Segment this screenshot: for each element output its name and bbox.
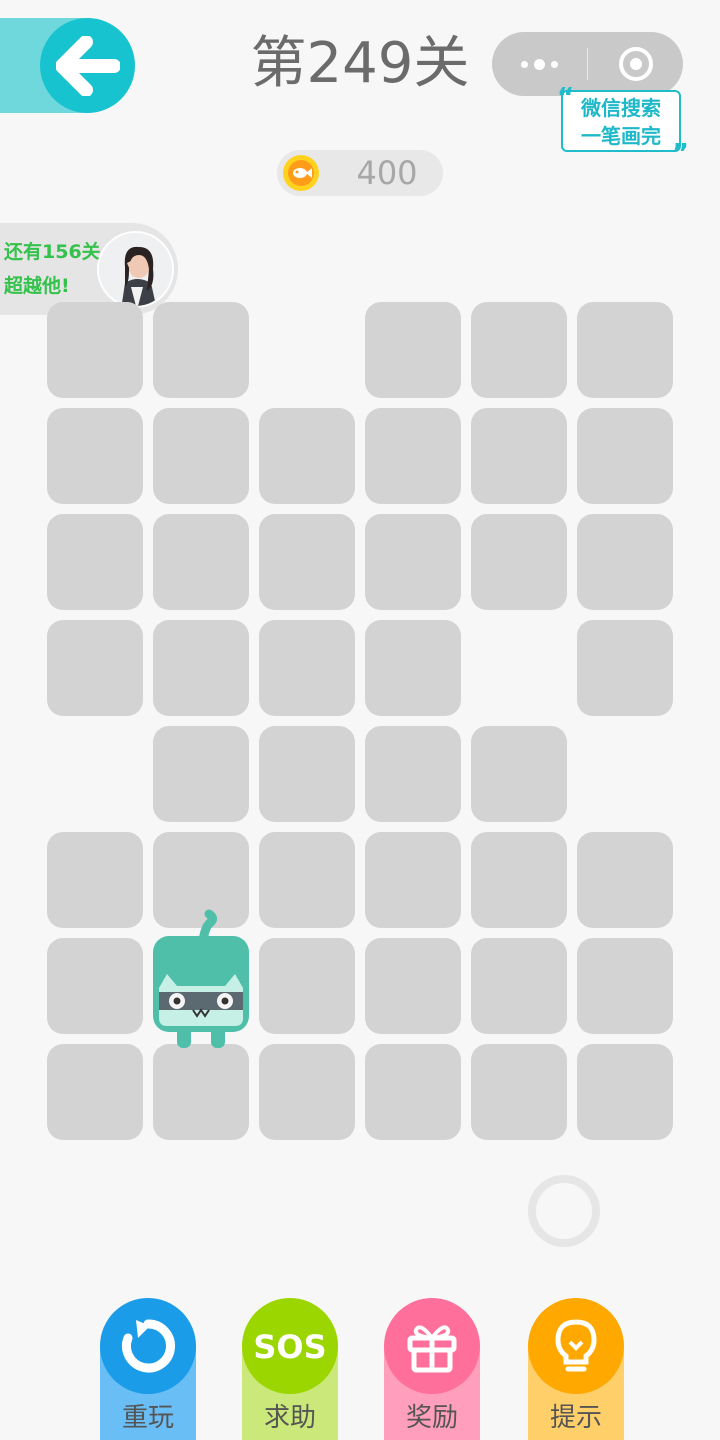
grid-cell[interactable] [365, 726, 461, 822]
replay-icon [122, 1319, 175, 1373]
grid-cell[interactable] [47, 620, 143, 716]
grid-cell[interactable] [47, 514, 143, 610]
grid-cell[interactable] [153, 408, 249, 504]
grid-cell[interactable] [471, 726, 567, 822]
sos-label: 求助 [263, 1403, 316, 1433]
fish-coin-icon [283, 155, 319, 191]
more-dots-icon [518, 58, 561, 70]
grid-cell[interactable] [47, 938, 143, 1034]
coin-value: 400 [356, 154, 418, 192]
cat-icon [153, 909, 249, 1048]
gift-icon [407, 1325, 457, 1373]
avatar [97, 231, 174, 308]
replay-label: 重玩 [121, 1403, 174, 1433]
grid-cell[interactable] [259, 1044, 355, 1140]
rival-line1: 还有156关 [4, 241, 101, 263]
grid-cell[interactable] [577, 832, 673, 928]
rival-line2: 超越他! [4, 275, 70, 297]
grid-cell[interactable] [365, 408, 461, 504]
target-circle-icon [618, 47, 653, 81]
reward-label: 奖励 [405, 1403, 458, 1433]
grid-cell[interactable] [47, 302, 143, 398]
search-badge: “ 微信搜索 一笔画完 ” [557, 85, 689, 167]
grid-cell[interactable] [365, 302, 461, 398]
grid-cell[interactable] [259, 514, 355, 610]
grid-cell[interactable] [259, 726, 355, 822]
grid-cell[interactable] [471, 408, 567, 504]
grid-cell[interactable] [471, 514, 567, 610]
grid-cell[interactable] [471, 1044, 567, 1140]
grid-cell[interactable] [471, 832, 567, 928]
grid-cell[interactable] [153, 302, 249, 398]
grid-cell[interactable] [365, 938, 461, 1034]
hint-label: 提示 [549, 1403, 602, 1433]
sos-icon: SOS [253, 1328, 326, 1366]
grid-cell[interactable] [577, 620, 673, 716]
miniprogram-capsule [492, 32, 683, 96]
grid-cell[interactable] [259, 938, 355, 1034]
grid-cell[interactable] [47, 1044, 143, 1140]
grid-cell[interactable] [47, 832, 143, 928]
search-badge-line2: 一笔画完 [581, 124, 661, 148]
grid-cell[interactable] [577, 1044, 673, 1140]
sos-button[interactable]: SOS 求助 [242, 1298, 338, 1440]
close-button[interactable] [588, 32, 683, 96]
grid-cell[interactable] [259, 620, 355, 716]
hint-circle [528, 1298, 624, 1394]
loading-spinner [528, 1175, 600, 1247]
coin-counter: 400 [277, 150, 443, 196]
reward-button[interactable]: 奖励 [384, 1298, 480, 1440]
grid-cell[interactable] [365, 832, 461, 928]
grid-cell[interactable] [471, 302, 567, 398]
grid-cell[interactable] [577, 514, 673, 610]
close-quote-icon: ” [671, 139, 689, 169]
replay-circle [100, 1298, 196, 1394]
hint-button[interactable]: 提示 [528, 1298, 624, 1440]
search-badge-line1: 微信搜索 [581, 96, 661, 120]
grid-cell[interactable] [471, 938, 567, 1034]
open-quote-icon: “ [557, 83, 575, 113]
grid-cell[interactable] [577, 408, 673, 504]
svg-text:SOS: SOS [253, 1328, 326, 1366]
grid-cell[interactable] [153, 620, 249, 716]
grid-cell[interactable] [47, 408, 143, 504]
grid-cell[interactable] [153, 1044, 249, 1140]
grid-cell[interactable] [577, 302, 673, 398]
grid-cell[interactable] [153, 514, 249, 610]
grid-cell[interactable] [153, 726, 249, 822]
grid-cell[interactable] [259, 832, 355, 928]
lightbulb-icon [555, 1319, 597, 1372]
cat-player[interactable] [153, 906, 249, 1051]
grid-cell[interactable] [259, 408, 355, 504]
replay-button[interactable]: 重玩 [100, 1298, 196, 1440]
grid-cell[interactable] [577, 938, 673, 1034]
sos-circle: SOS [242, 1298, 338, 1394]
reward-circle [384, 1298, 480, 1394]
grid-cell[interactable] [365, 620, 461, 716]
grid-cell[interactable] [365, 1044, 461, 1140]
grid-cell[interactable] [365, 514, 461, 610]
